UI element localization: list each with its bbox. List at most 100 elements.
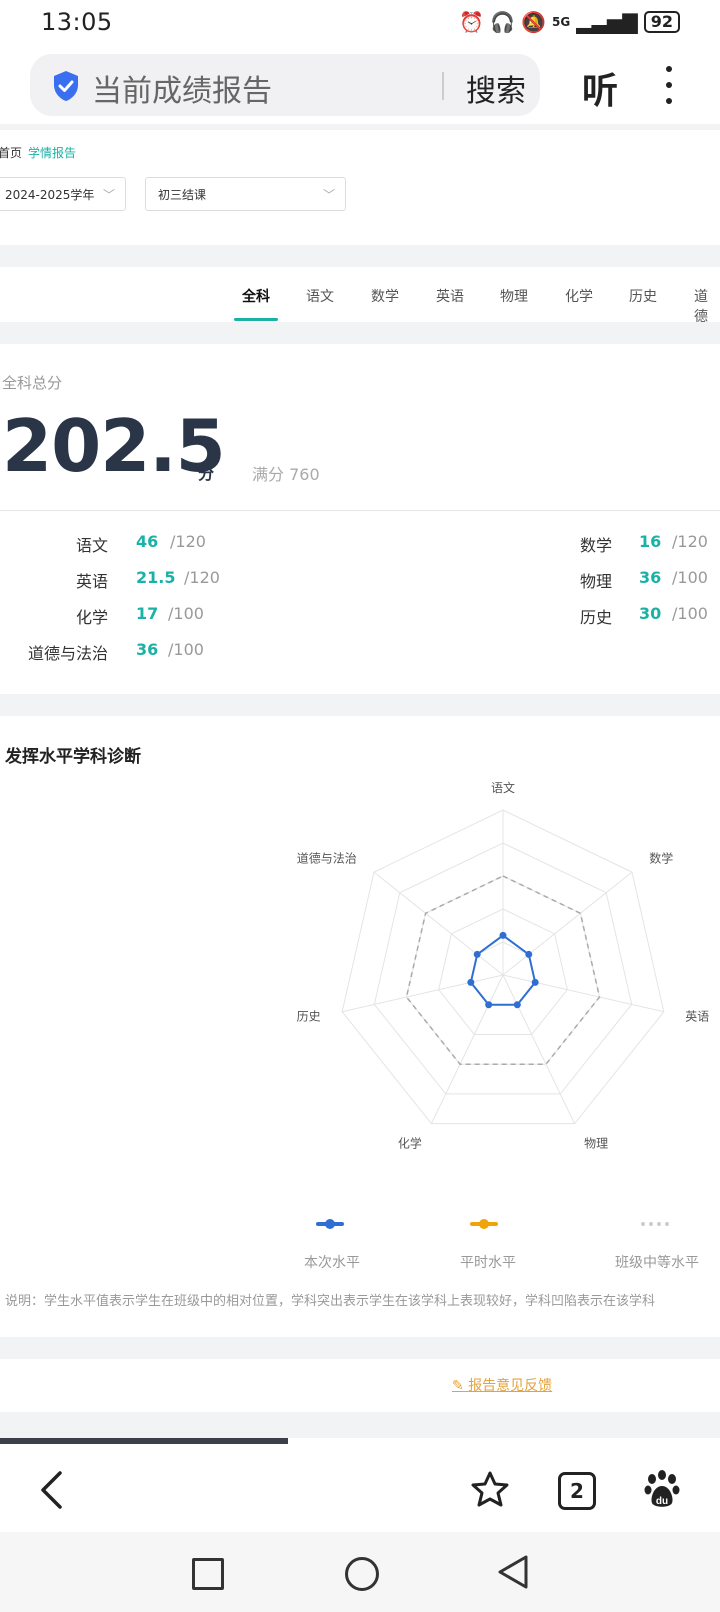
divider: [0, 124, 720, 130]
tab-math[interactable]: 数学: [371, 286, 399, 306]
subject-score: 36: [639, 568, 662, 587]
exam-select[interactable]: 初三结课 ﹀: [145, 177, 346, 211]
legend-label: 班级中等水平: [615, 1255, 699, 1271]
radar-axis-label: 数学: [649, 850, 673, 865]
legend-dot-current: [325, 1219, 335, 1229]
chevron-down-icon: ﹀: [322, 188, 335, 202]
signal-icon: ▂▃▅▇: [576, 10, 638, 34]
headphones-icon: 🎧: [490, 10, 516, 34]
tab-chinese[interactable]: 语文: [306, 286, 334, 306]
tab-physics[interactable]: 物理: [500, 286, 528, 306]
radar-section-title: 发挥水平学科诊断: [5, 747, 141, 767]
radar-axis-label: 道德与法治: [297, 850, 357, 865]
subject-max: /100: [672, 568, 708, 587]
feedback-label: 报告意见反馈: [468, 1378, 553, 1394]
section-gap: [0, 1412, 720, 1438]
subject-max: /100: [168, 640, 204, 659]
subject-name: 英语: [75, 572, 108, 591]
subject-max: /100: [672, 604, 708, 623]
exam-select-value: 初三结课: [158, 188, 207, 202]
breadcrumb-home[interactable]: 首页: [0, 144, 22, 161]
radar-point: [485, 1001, 493, 1009]
mute-icon: 🔕: [521, 10, 546, 34]
section-gap: [0, 245, 720, 267]
subject-name: 化学: [75, 608, 108, 627]
radar-chart: 语文数学英语物理 化学 历史 道德与法治: [297, 780, 710, 1150]
legend-line-median: [641, 1222, 669, 1226]
radar-axis-label: 英语: [685, 1010, 709, 1024]
subject-name: 道德与法治: [27, 644, 108, 663]
page-progress: [0, 1438, 288, 1444]
legend-label: 本次水平: [304, 1255, 360, 1271]
pencil-icon: ✎: [452, 1378, 464, 1394]
full-score: 满分 760: [252, 465, 320, 484]
radar-axis-label: 物理: [584, 1136, 608, 1150]
section-gap: [0, 694, 720, 716]
year-select[interactable]: 2024-2025学年 ﹀: [0, 177, 126, 211]
radar-spoke: [373, 871, 504, 976]
subject-score: 46: [136, 532, 159, 551]
system-back-icon[interactable]: [496, 1554, 530, 1590]
radar-point: [513, 1001, 521, 1009]
tab-history[interactable]: 历史: [629, 286, 657, 306]
network-label: 5G: [552, 15, 571, 29]
section-gap: [0, 1337, 720, 1359]
total-score: 202.5: [2, 404, 226, 488]
divider: [0, 510, 720, 511]
subject-score: 36: [136, 640, 159, 659]
alarm-icon: ⏰: [459, 10, 485, 34]
tab-english[interactable]: 英语: [436, 286, 464, 306]
listen-button[interactable]: 听: [582, 62, 618, 114]
radar-point: [473, 950, 481, 958]
divider: [442, 72, 444, 100]
back-icon[interactable]: [38, 1470, 64, 1510]
radar-spoke: [430, 974, 504, 1124]
star-icon[interactable]: [470, 1470, 510, 1510]
search-button[interactable]: 搜索: [466, 66, 526, 110]
tab-all[interactable]: 全科: [242, 286, 270, 306]
address-bar[interactable]: 当前成绩报告 搜索: [30, 54, 540, 116]
page-title: 当前成绩报告: [92, 74, 272, 109]
subject-max: /100: [168, 604, 204, 623]
radar-spoke: [502, 974, 576, 1124]
subject-max: /120: [672, 532, 708, 551]
subject-name: 历史: [579, 608, 612, 627]
radar-point: [499, 931, 507, 939]
recent-apps-icon[interactable]: [192, 1558, 224, 1590]
subject-name: 物理: [579, 572, 612, 591]
section-gap: [0, 322, 720, 344]
radar-point: [525, 950, 533, 958]
tabs-count-icon[interactable]: 2: [558, 1472, 596, 1510]
system-navbar: [0, 1532, 720, 1612]
radar-axis-label: 语文: [491, 780, 515, 795]
svg-text:du: du: [656, 1496, 668, 1507]
explanation-note: 说明：学生水平值表示学生在班级中的相对位置，学科突出表示学生在该学科上表现较好，…: [5, 1294, 656, 1309]
radar-spoke: [502, 871, 633, 976]
home-icon[interactable]: [345, 1557, 379, 1591]
more-menu-icon[interactable]: [666, 66, 674, 114]
total-score-label: 全科总分: [2, 374, 63, 392]
tab-chemistry[interactable]: 化学: [565, 286, 593, 306]
status-icons: ⏰ 🎧 🔕 5G ▂▃▅▇ 92: [459, 10, 680, 34]
tab-morality[interactable]: 道德: [694, 286, 720, 326]
subject-score: 30: [639, 604, 662, 623]
legend-dot-usual: [479, 1219, 489, 1229]
feedback-link[interactable]: ✎ 报告意见反馈: [452, 1375, 552, 1395]
radar-point: [531, 978, 539, 986]
subject-name: 数学: [579, 536, 612, 555]
breadcrumb-current[interactable]: 学情报告: [28, 144, 76, 161]
radar-axis-label: 历史: [297, 1010, 321, 1024]
subject-score: 16: [639, 532, 662, 551]
radar-point: [467, 978, 475, 986]
radar-axis-label: 化学: [398, 1135, 422, 1150]
subject-max: /120: [170, 532, 206, 551]
status-time: 13:05: [41, 8, 113, 36]
subject-max: /120: [184, 568, 220, 587]
subject-score: 17: [136, 604, 159, 623]
subject-score: 21.5: [136, 568, 176, 587]
total-score-unit: 分: [198, 464, 215, 483]
baidu-paw-icon[interactable]: du: [644, 1470, 680, 1510]
shield-icon: [54, 71, 78, 101]
legend-label: 平时水平: [460, 1255, 516, 1271]
chevron-down-icon: ﹀: [102, 188, 115, 202]
